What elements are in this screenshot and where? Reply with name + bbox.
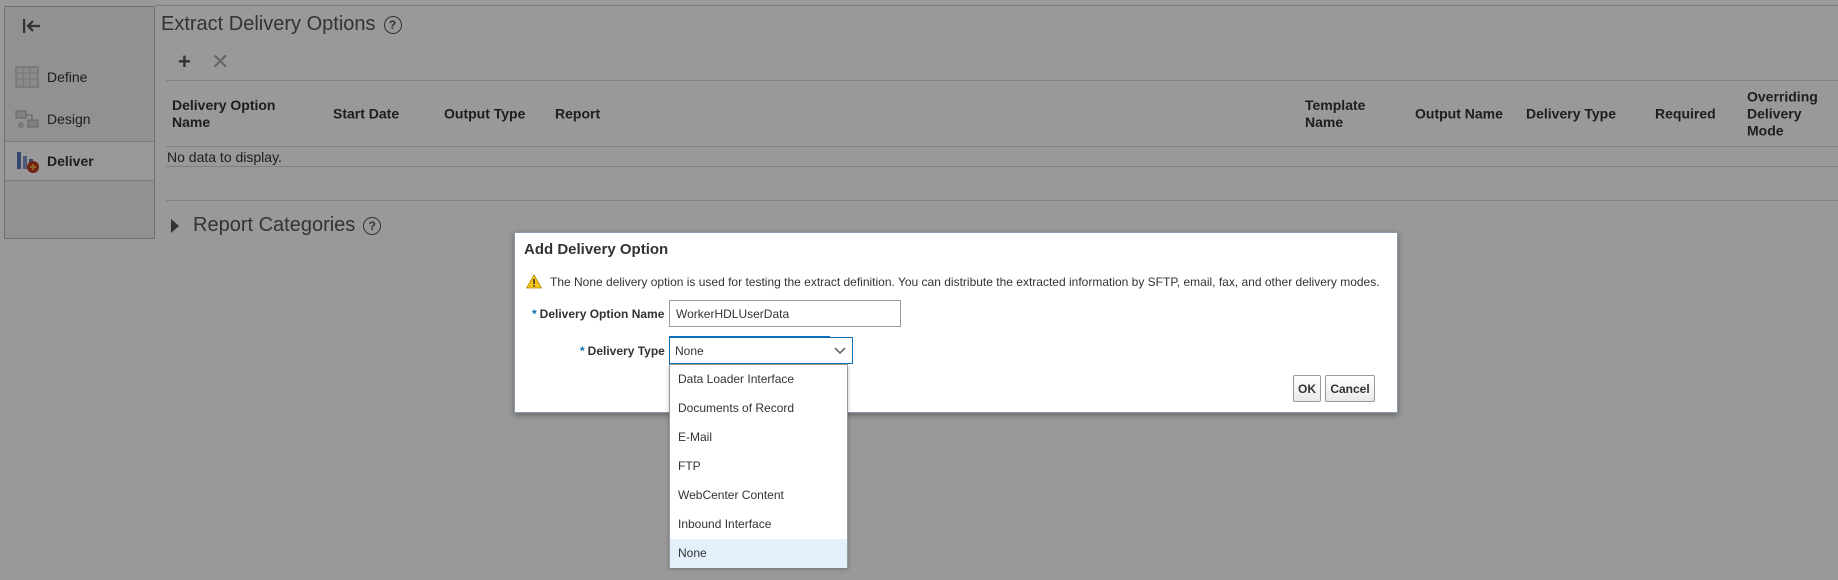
delivery-type-dropdown-list: Data Loader Interface Documents of Recor… xyxy=(669,364,848,568)
dropdown-option-selected[interactable]: None xyxy=(670,539,847,568)
label-text: Delivery Option Name xyxy=(539,307,665,321)
cancel-button[interactable]: Cancel xyxy=(1325,375,1375,402)
required-indicator: * xyxy=(532,307,537,321)
required-indicator: * xyxy=(580,344,585,358)
warning-message: The None delivery option is used for tes… xyxy=(526,274,1380,289)
delivery-option-name-label: * Delivery Option Name xyxy=(532,307,664,321)
delivery-type-value: None xyxy=(675,343,704,358)
dropdown-option[interactable]: Documents of Record xyxy=(670,394,847,423)
dialog-title: Add Delivery Option xyxy=(524,241,669,258)
label-text: Delivery Type xyxy=(587,344,665,358)
focus-indicator xyxy=(669,336,830,338)
delivery-type-select[interactable]: None xyxy=(669,336,853,364)
delivery-type-label: * Delivery Type xyxy=(580,344,665,358)
delivery-option-name-input[interactable] xyxy=(669,300,901,327)
warning-icon xyxy=(526,274,542,289)
add-delivery-option-dialog: Add Delivery Option The None delivery op… xyxy=(514,232,1398,413)
chevron-down-icon[interactable] xyxy=(834,346,846,355)
warning-text: The None delivery option is used for tes… xyxy=(550,274,1380,289)
dropdown-option[interactable]: WebCenter Content xyxy=(670,481,847,510)
dropdown-option[interactable]: E-Mail xyxy=(670,423,847,452)
dropdown-option[interactable]: FTP xyxy=(670,452,847,481)
dropdown-option[interactable]: Inbound Interface xyxy=(670,510,847,539)
ok-button[interactable]: OK xyxy=(1293,375,1321,402)
dropdown-option[interactable]: Data Loader Interface xyxy=(670,365,847,394)
